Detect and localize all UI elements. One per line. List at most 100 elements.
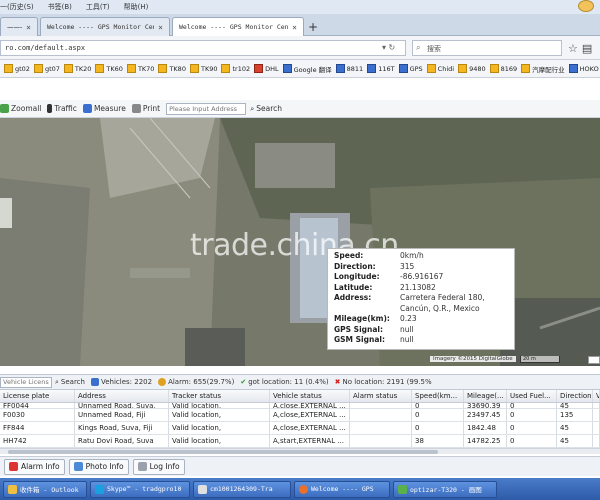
tab-log-info[interactable]: Log Info — [132, 458, 185, 475]
taskbar-item-outlook[interactable]: 收件箱 - Outlook — [3, 480, 87, 498]
print-button[interactable]: Print — [131, 104, 160, 113]
zoomall-button[interactable]: Zoomall — [0, 104, 41, 113]
taskbar-item-firefox[interactable]: Welcome ---- GPS — [294, 480, 390, 498]
table-cell: A,start,EXTERNAL ... — [270, 435, 350, 447]
bookmark-item[interactable]: tr102 — [221, 64, 250, 73]
folder-icon — [521, 64, 531, 73]
globe-icon — [568, 64, 578, 73]
column-header[interactable]: Address — [75, 390, 169, 402]
table-cell: 0 — [507, 403, 557, 408]
column-header[interactable]: Used Fuel... — [507, 390, 557, 402]
map-toolbar: Zoomall Traffic Measure Print ⌕Search — [0, 100, 600, 118]
menu-item-history[interactable]: 一(历史(S) — [0, 2, 34, 12]
bookmark-item[interactable]: Google 翻译 — [282, 64, 332, 74]
taskbar-item-doc[interactable]: cm1001264309-Tra — [193, 480, 291, 498]
navigation-bar: ro.com/default.aspx ▾ ↻ ⌕ 搜索 ☆▤ — [0, 36, 600, 60]
popup-key — [334, 304, 400, 315]
table-cell: Unnamed Road, Fiji — [75, 409, 169, 421]
no-location-count: ✖ No location: 2191 (99.5% — [335, 378, 432, 386]
satellite-map[interactable]: trade.china.cn Speed: 0km/h Direction: 315… — [0, 118, 600, 366]
vehicle-search-button[interactable]: ⌕ Search — [55, 378, 85, 387]
vehicle-table: License plate Address Tracker status Veh… — [0, 390, 600, 448]
column-header[interactable]: V — [593, 390, 600, 402]
tab-alarm-info[interactable]: Alarm Info — [4, 458, 65, 475]
table-row[interactable]: HH742 Ratu Dovi Road, Suva Valid locatio… — [0, 435, 600, 448]
table-row[interactable]: F0030 Unnamed Road, Fiji Valid location,… — [0, 409, 600, 422]
taskbar-item-skype[interactable]: Skype™ - tradgpro10 — [90, 480, 190, 498]
bookmark-item[interactable]: TK60 — [95, 64, 123, 73]
bookmark-item[interactable]: gt02 — [4, 64, 30, 73]
bookmark-label: Chidi — [437, 64, 455, 73]
table-cell: Unnamed Road, Suva, — [75, 403, 169, 408]
scrollbar-thumb[interactable] — [8, 450, 438, 454]
bookmark-item[interactable]: 8169 — [489, 64, 517, 73]
skype-icon — [95, 484, 104, 494]
table-cell — [593, 435, 600, 447]
menu-item-tools[interactable]: 工具(T) — [86, 2, 110, 12]
popup-row-address-2: Cancún, Q.R., Mexico — [334, 304, 508, 315]
column-header[interactable]: Vehicle status — [270, 390, 350, 402]
column-header[interactable]: Alarm status — [350, 390, 412, 402]
folder-icon — [126, 64, 136, 73]
reload-icon[interactable]: ▾ ↻ — [382, 43, 395, 52]
vehicle-license-input[interactable] — [0, 376, 52, 388]
map-search-button[interactable]: ⌕ Search — [250, 104, 282, 114]
folder-icon — [426, 64, 436, 73]
popup-row-mileage: Mileage(km): 0.23 — [334, 314, 508, 325]
avatar[interactable] — [578, 0, 594, 12]
vehicle-info-popup: Speed: 0km/h Direction: 315 Longitude: -86.… — [327, 248, 515, 350]
scale-bar: 20 m — [520, 356, 560, 363]
table-row[interactable]: FF844 Kings Road, Suva, Fiji Valid locat… — [0, 422, 600, 435]
new-tab-icon[interactable]: + — [308, 20, 318, 34]
close-icon[interactable]: × — [292, 23, 297, 32]
folder-icon — [95, 64, 105, 73]
table-cell: A,close,EXTERNAL ... — [270, 403, 350, 408]
tab-1[interactable]: 一一一一一一一一一 × — [0, 17, 38, 36]
map-type-button[interactable] — [588, 356, 600, 364]
bookmark-item[interactable]: TK20 — [63, 64, 91, 73]
bookmark-label: gt02 — [15, 64, 30, 73]
bookmark-item[interactable]: 116T — [367, 64, 395, 73]
bookmark-item[interactable]: TK70 — [126, 64, 155, 73]
bookmark-label: 9480 — [469, 64, 486, 73]
menu-item-help[interactable]: 帮助(H) — [124, 2, 149, 12]
tab-2[interactable]: Welcome ---- GPS Monitor Cen × — [40, 17, 170, 36]
search-input[interactable]: ⌕ 搜索 — [412, 40, 562, 56]
bookmark-item[interactable]: 8811 — [335, 64, 363, 73]
bookmark-item[interactable]: TK80 — [158, 64, 186, 73]
popup-value: Cancún, Q.R., Mexico — [400, 303, 480, 313]
menu-item-bookmarks[interactable]: 书签(B) — [48, 2, 72, 12]
url-field[interactable]: ro.com/default.aspx — [0, 40, 406, 56]
bookmark-item[interactable]: DHL — [254, 64, 279, 73]
tab-photo-info[interactable]: Photo Info — [68, 458, 129, 475]
tab-3-active[interactable]: Welcome ---- GPS Monitor Cen × — [172, 17, 304, 36]
popup-key: Latitude: — [334, 282, 373, 292]
column-header[interactable]: Tracker status — [169, 390, 270, 402]
bookmark-item[interactable]: HOKO — [568, 64, 599, 73]
bookmark-label: TK70 — [137, 64, 155, 73]
column-header[interactable]: Mileage(... — [464, 390, 507, 402]
bookmark-item[interactable]: 9480 — [458, 64, 486, 73]
bookmark-item[interactable]: TK90 — [189, 64, 217, 73]
table-cell — [350, 409, 412, 421]
bookmark-item[interactable]: 汽摩配行业 — [521, 64, 565, 74]
address-search-input[interactable] — [166, 102, 247, 115]
alarm-icon — [158, 378, 167, 386]
taskbar-item-paint[interactable]: optizar-T320 - 画图 — [393, 480, 497, 498]
measure-button[interactable]: Measure — [82, 104, 126, 113]
column-header[interactable]: Direction — [557, 390, 593, 402]
popup-value: Carretera Federal 180, — [400, 293, 485, 302]
traffic-button[interactable]: Traffic — [47, 104, 77, 113]
bookmark-item[interactable]: Chidi — [426, 64, 455, 73]
popup-value: null — [400, 324, 414, 334]
popup-key: Address: — [334, 293, 372, 302]
bookmark-item[interactable]: gt07 — [33, 64, 60, 73]
column-header[interactable]: License plate — [0, 390, 75, 402]
popup-value: 0km/h — [400, 251, 424, 260]
close-icon[interactable]: × — [158, 23, 163, 32]
bookmark-item[interactable]: GPS — [398, 64, 423, 73]
column-header[interactable]: Speed(km... — [412, 390, 464, 402]
close-icon[interactable]: × — [26, 23, 31, 32]
bookmark-star-icon[interactable]: ☆▤ — [568, 42, 596, 55]
horizontal-scrollbar[interactable] — [0, 448, 600, 454]
